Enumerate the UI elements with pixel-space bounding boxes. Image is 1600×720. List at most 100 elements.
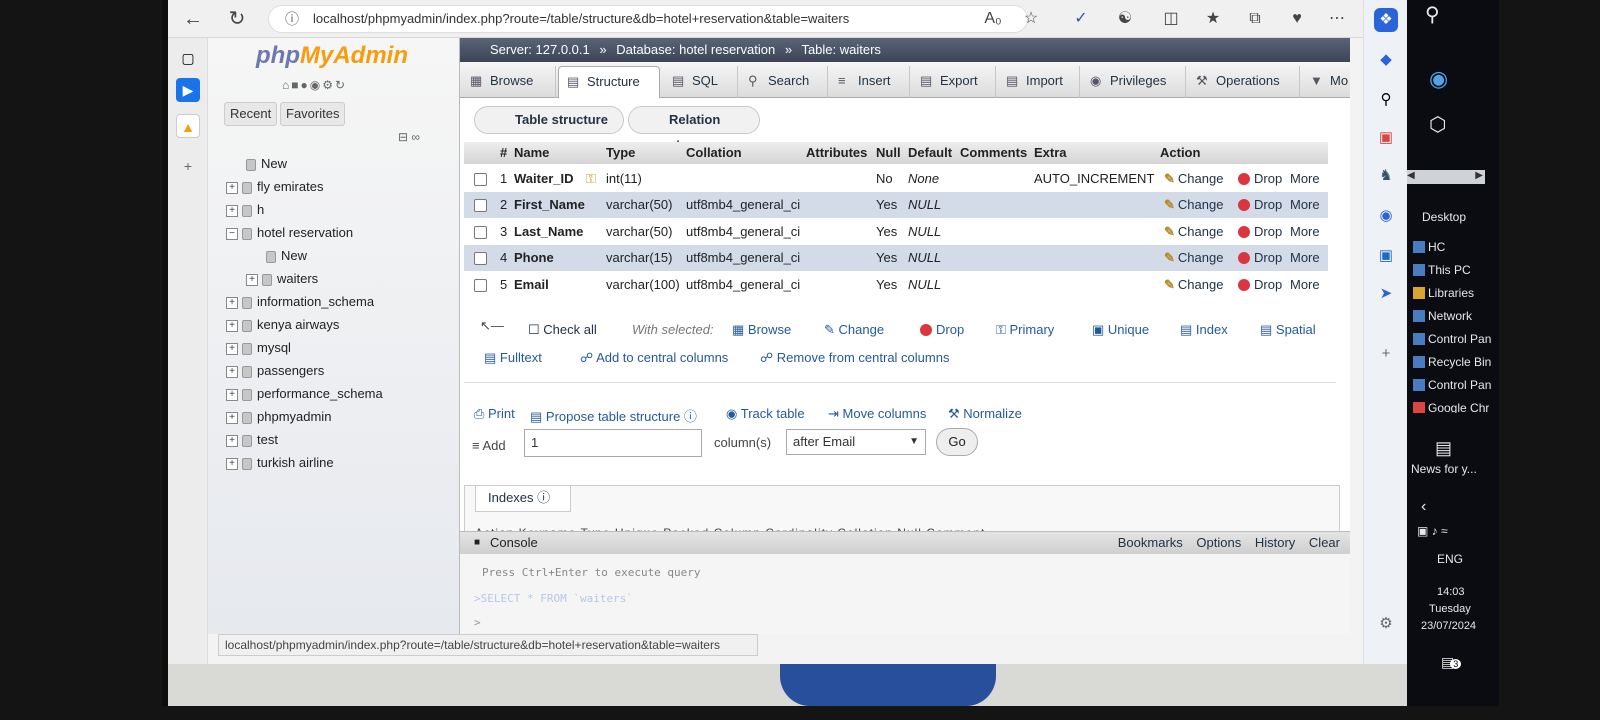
tray-icons[interactable]: ▣ ♪ ≈	[1417, 524, 1448, 538]
desktop-item[interactable]: Control Pan	[1413, 332, 1491, 346]
bulk-browse-button[interactable]: ▦ Browse	[732, 322, 791, 338]
row-checkbox[interactable]	[474, 199, 487, 212]
change-button[interactable]: ✎ Change	[1164, 224, 1223, 240]
desktop-item[interactable]: HC	[1413, 240, 1445, 254]
table-row[interactable]: 2 First_Name varchar(50) utf8mb4_general…	[464, 192, 1328, 218]
table-row[interactable]: 5 Email varchar(100) utf8mb4_general_ci …	[464, 272, 1328, 298]
split-screen-icon[interactable]: ◫	[1158, 6, 1184, 32]
tab-privileges[interactable]: ◉ Privileges	[1082, 66, 1186, 98]
more-menu-icon[interactable]: ⋯	[1324, 6, 1350, 32]
tree-item-db[interactable]: + performance_schema	[226, 384, 383, 404]
back-icon[interactable]: ←	[180, 6, 206, 32]
chevron-left-icon[interactable]: ‹	[1421, 498, 1426, 516]
change-button[interactable]: ✎ Change	[1164, 277, 1223, 293]
tree-item-new[interactable]: New	[246, 154, 287, 174]
tab-browse[interactable]: ▦ Browse	[462, 66, 556, 98]
tab-import[interactable]: ▤ Import	[998, 66, 1080, 98]
puzzle-icon[interactable]: ☯	[1112, 6, 1138, 32]
subtab-relation-view[interactable]: Relation view	[628, 106, 760, 153]
browser-essentials-icon[interactable]: ♥	[1284, 6, 1310, 32]
column-position-select[interactable]: after Email ▼	[786, 429, 926, 455]
change-button[interactable]: ✎ Change	[1164, 171, 1223, 187]
breadcrumb-table[interactable]: Table: waiters	[801, 42, 880, 57]
tree-item-db[interactable]: + phpmyadmin	[226, 407, 331, 427]
clock-time[interactable]: 14:03	[1437, 586, 1465, 598]
table-row[interactable]: 4 Phone varchar(15) utf8mb4_general_ci Y…	[464, 245, 1328, 271]
more-button[interactable]: More	[1290, 224, 1320, 239]
collections-icon[interactable]: ⧉	[1242, 6, 1268, 32]
more-button[interactable]: More	[1290, 277, 1320, 292]
row-checkbox[interactable]	[474, 226, 487, 239]
shopping-icon[interactable]: ▣	[1374, 126, 1398, 150]
tab-actions-icon[interactable]: ▢	[176, 46, 200, 70]
desktop-item[interactable]: Libraries	[1413, 286, 1474, 300]
language-indicator[interactable]: ENG	[1437, 552, 1463, 566]
more-button[interactable]: More	[1290, 250, 1320, 265]
tab-structure[interactable]: ▤ Structure	[558, 66, 660, 98]
drop-button[interactable]: Drop	[1238, 197, 1282, 212]
copilot-icon[interactable]: ❖	[1374, 8, 1398, 32]
table-row[interactable]: 1 Waiter_ID ⚿ int(11) No None AUTO_INCRE…	[464, 166, 1328, 192]
recent-tab[interactable]: Recent	[224, 102, 278, 126]
phpmyadmin-tab-icon[interactable]: ▲	[176, 114, 200, 138]
bulk-spatial-button[interactable]: ▤ Spatial	[1260, 322, 1316, 338]
change-button[interactable]: ✎ Change	[1164, 197, 1223, 213]
desktop-item[interactable]: Desktop	[1422, 210, 1466, 224]
cube-icon[interactable]: ⬡	[1429, 112, 1446, 137]
check-all-checkbox[interactable]: ☐ Check all	[528, 322, 597, 338]
tree-item-db[interactable]: + fly emirates	[226, 177, 323, 197]
subtab-table-structure[interactable]: Table structure	[474, 106, 624, 134]
normalize-button[interactable]: ⚒ Normalize	[948, 406, 1022, 422]
info-icon[interactable]: ⓘ	[285, 6, 299, 32]
bulk-index-button[interactable]: ▤ Index	[1180, 322, 1228, 338]
print-button[interactable]: ⎙ Print	[474, 406, 515, 422]
bulk-fulltext-button[interactable]: ▤ Fulltext	[484, 350, 542, 366]
bulk-unique-button[interactable]: ▣ Unique	[1092, 322, 1149, 338]
windows-search-icon[interactable]: ⚲	[1425, 2, 1440, 27]
desktop-item[interactable]: Google Chr	[1413, 401, 1489, 413]
favorites-tab[interactable]: Favorites	[280, 102, 346, 126]
console-clear[interactable]: Clear	[1309, 535, 1340, 550]
add-sidebar-app-icon[interactable]: +	[1374, 342, 1398, 366]
drop-button[interactable]: Drop	[1238, 277, 1282, 292]
row-checkbox[interactable]	[474, 279, 487, 292]
collapse-link-icons[interactable]: ⊟ ∞	[398, 130, 420, 144]
go-button[interactable]: Go	[936, 428, 978, 456]
add-columns-count-input[interactable]: 1	[524, 429, 702, 457]
console-options[interactable]: Options	[1196, 535, 1241, 550]
tree-item-db[interactable]: + kenya airways	[226, 315, 339, 335]
console-bookmarks[interactable]: Bookmarks	[1118, 535, 1183, 550]
media-tab-icon[interactable]: ▶	[176, 78, 200, 102]
table-row[interactable]: 3 Last_Name varchar(50) utf8mb4_general_…	[464, 219, 1328, 245]
row-checkbox[interactable]	[474, 252, 487, 265]
more-button[interactable]: More	[1290, 171, 1320, 186]
breadcrumb-database[interactable]: Database: hotel reservation	[616, 42, 775, 57]
console-history[interactable]: History	[1255, 535, 1295, 550]
tree-item-db[interactable]: + mysql	[226, 338, 291, 358]
nav-shortcut-icons[interactable]: ⌂■●◉⚙↻	[282, 78, 347, 92]
track-table-button[interactable]: ◉ Track table	[726, 406, 805, 422]
news-widget-icon[interactable]: ▤	[1435, 438, 1452, 459]
tab-more[interactable]: ▼ Mo	[1302, 66, 1350, 98]
outlook-icon[interactable]: ▣	[1374, 244, 1398, 268]
tab-insert[interactable]: ≡ Insert	[830, 66, 910, 98]
tree-item-db[interactable]: + passengers	[226, 361, 324, 381]
tab-sql[interactable]: ▤ SQL	[664, 66, 738, 98]
bulk-change-button[interactable]: ✎ Change	[824, 322, 884, 338]
tree-item-new-table[interactable]: New	[266, 246, 307, 266]
extension-icon[interactable]: ✓	[1068, 6, 1094, 32]
favorites-icon[interactable]: ★	[1200, 6, 1226, 32]
phpmyadmin-logo[interactable]: phpMyAdmin	[256, 42, 408, 70]
desktop-scrollbar[interactable]: ◀ ▶	[1407, 170, 1485, 184]
tree-item-db[interactable]: + turkish airline	[226, 453, 334, 473]
propose-structure-button[interactable]: ▤ Propose table structure ⓘ	[530, 406, 697, 425]
indexes-toggle[interactable]: Indexes ⓘ	[475, 486, 571, 512]
remove-central-columns-button[interactable]: ☍ Remove from central columns	[760, 350, 949, 366]
add-central-columns-button[interactable]: ☍ Add to central columns	[580, 350, 728, 366]
drop-button[interactable]: Drop	[1238, 171, 1282, 186]
favorite-star-icon[interactable]: ☆	[1018, 6, 1044, 32]
tab-search[interactable]: ⚲ Search	[740, 66, 828, 98]
read-aloud-icon[interactable]: A₀	[980, 6, 1006, 32]
row-checkbox[interactable]	[474, 173, 487, 186]
tree-item-db[interactable]: − hotel reservation	[226, 223, 353, 243]
